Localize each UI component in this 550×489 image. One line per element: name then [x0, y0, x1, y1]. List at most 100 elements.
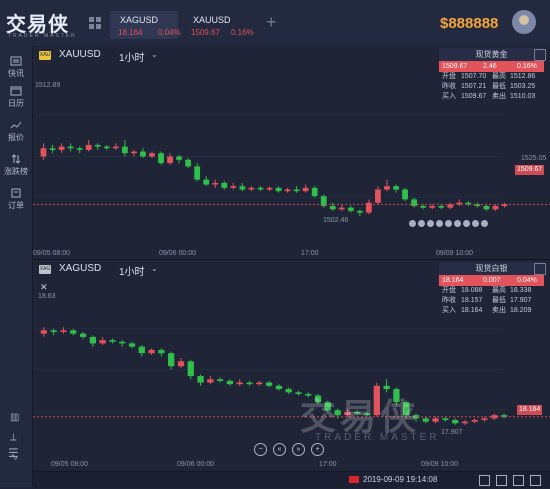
- candle-body: [49, 148, 56, 150]
- candle-body: [230, 186, 237, 188]
- zoom-out-icon[interactable]: −: [254, 443, 267, 456]
- quote-price-bar: 1509.67 2.46 0.16%: [439, 61, 544, 72]
- candle-body: [60, 330, 67, 333]
- close-icon[interactable]: ✕: [40, 282, 48, 293]
- value: 1507.70: [461, 73, 487, 80]
- high-marker: 18.63: [38, 293, 56, 300]
- menu-icon[interactable]: ☰: [8, 446, 20, 460]
- label: 最高: [492, 73, 506, 80]
- sidebar-item-label: 报价: [8, 133, 24, 142]
- candle-body: [221, 182, 228, 188]
- candle-body: [293, 189, 300, 192]
- draw-tool-icon[interactable]: ⟂: [10, 432, 22, 444]
- label: 卖出: [492, 307, 506, 314]
- zoom-in-icon[interactable]: +: [311, 443, 324, 456]
- candle-body: [148, 349, 155, 354]
- layout-icon[interactable]: [479, 475, 490, 486]
- rewind-icon[interactable]: «: [273, 443, 286, 456]
- candle-body: [226, 380, 234, 385]
- quote-percent: 0.04%: [517, 277, 537, 284]
- camera-icon[interactable]: [496, 475, 507, 486]
- tab-price: 18.164: [118, 28, 143, 37]
- sidebar-item-label: 订单: [8, 201, 24, 210]
- apps-grid-icon[interactable]: [89, 17, 101, 29]
- timeframe-select[interactable]: 1小时: [119, 263, 145, 278]
- candle-body: [356, 210, 363, 213]
- x-axis-label: 09/09 10:00: [421, 461, 458, 468]
- indicator-tool-icon[interactable]: ▥: [10, 412, 22, 424]
- sidebar-item-calendar[interactable]: 日历: [0, 86, 32, 109]
- candle-body: [187, 361, 194, 377]
- panel-toggle-icon[interactable]: [534, 49, 546, 61]
- chevron-down-icon[interactable]: ⌄: [151, 50, 158, 59]
- candle-body: [50, 330, 57, 333]
- zoom-controls[interactable]: [409, 219, 490, 229]
- chevron-down-icon[interactable]: ⌄: [151, 264, 158, 273]
- quote-row: 昨收 18.157 最低 17.907: [439, 296, 544, 306]
- low-marker: 17.907: [441, 429, 463, 436]
- candle-body: [429, 206, 436, 208]
- candle-body: [203, 179, 210, 185]
- tab-xauusd[interactable]: XAUUSD 1509.67 0.16%: [183, 11, 254, 39]
- sidebar-item-rankings[interactable]: 涨跌榜: [0, 154, 32, 177]
- label: 昨收: [442, 297, 456, 304]
- candle-body: [248, 187, 255, 190]
- x-axis-label: 17:00: [319, 461, 337, 468]
- sidebar-item-label: 涨跌榜: [4, 167, 28, 176]
- candle-body: [311, 187, 318, 197]
- quote-row: 开盘 18.088 最高 18.338: [439, 286, 544, 296]
- candle-body: [158, 153, 164, 164]
- sidebar-item-label: 快讯: [8, 69, 24, 78]
- timeframe-select[interactable]: 1小时: [119, 49, 145, 64]
- quote-row: 买入 1509.67 卖出 1510.03: [439, 92, 544, 102]
- candle-body: [438, 206, 445, 208]
- candle-body: [338, 207, 345, 210]
- candle-body: [239, 186, 246, 190]
- candle-body: [266, 187, 273, 190]
- panel-toggle-icon[interactable]: [534, 263, 546, 275]
- candle-body: [138, 346, 145, 354]
- label: 开盘: [442, 73, 456, 80]
- sidebar-item-news[interactable]: 快讯: [0, 56, 32, 79]
- candle-body: [128, 343, 136, 347]
- candle-body: [103, 146, 110, 149]
- candle-body: [384, 186, 390, 190]
- app-logo-subtitle: TRADER MASTER: [8, 33, 77, 39]
- value: 18.157: [461, 297, 483, 304]
- add-tab-button[interactable]: +: [266, 12, 277, 33]
- candle-body: [76, 148, 83, 150]
- candle-body: [168, 353, 175, 367]
- playback-controls[interactable]: − « » +: [254, 443, 330, 456]
- quote-row: 买入 18.164 卖出 18.209: [439, 306, 544, 316]
- candle-body: [167, 156, 173, 164]
- sidebar-item-quotes[interactable]: 报价: [0, 120, 32, 143]
- quote-title: 现货白银: [439, 262, 544, 275]
- candle-body: [131, 151, 137, 154]
- settings-icon[interactable]: [513, 475, 524, 486]
- quote-change: 0.007: [483, 277, 501, 284]
- quote-row: 开盘 1507.70 最高 1512.86: [439, 72, 544, 82]
- forward-icon[interactable]: »: [292, 443, 305, 456]
- tab-xagusd[interactable]: XAGUSD 18.164 0.04%: [110, 11, 181, 39]
- candle-body: [375, 189, 381, 203]
- quote-price-bar: 18.164 0.007 0.04%: [439, 275, 544, 286]
- quote-price: 1509.67: [442, 63, 468, 70]
- candle-body: [257, 187, 264, 190]
- fullscreen-icon[interactable]: [530, 475, 541, 486]
- candle-body: [420, 206, 427, 208]
- candle-body: [121, 146, 128, 154]
- x-axis-label: 09/05 08:00: [33, 250, 70, 257]
- last-price-tag: 18.164: [517, 405, 543, 415]
- candle-body: [40, 148, 47, 157]
- candle-body: [265, 382, 273, 386]
- candle-body: [246, 382, 253, 385]
- candle-body: [285, 389, 292, 393]
- candle-body: [442, 418, 449, 421]
- quote-percent: 0.16%: [517, 63, 537, 70]
- quote-panel: 现货黄金 1509.67 2.46 0.16% 开盘 1507.70 最高 15…: [439, 48, 544, 102]
- avatar[interactable]: [512, 10, 536, 34]
- value: 18.209: [510, 307, 532, 314]
- sidebar-item-orders[interactable]: 订单: [0, 188, 32, 211]
- candle-body: [89, 336, 96, 344]
- last-price-tag: 1509.67: [515, 165, 545, 175]
